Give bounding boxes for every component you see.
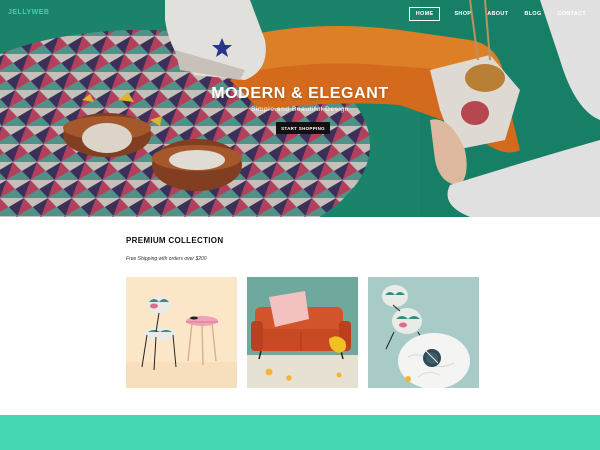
shipping-note: Free Shipping with orders over $200 — [126, 256, 207, 262]
footer-band — [0, 415, 600, 450]
hero-title: MODERN & ELEGANT — [211, 85, 389, 102]
section-title: PREMIUM COLLECTION — [126, 236, 224, 245]
product-card-chair-table[interactable] — [126, 277, 237, 388]
brand-logo[interactable]: JELLYWEB — [8, 9, 49, 16]
nav-item-home[interactable]: HOME — [408, 7, 441, 21]
product-image — [126, 277, 237, 388]
product-image — [247, 277, 358, 388]
hero-banner: JELLYWEB HOME SHOP ABOUT BLOG CONTACT MO… — [0, 0, 600, 217]
product-card-sofa[interactable] — [247, 277, 358, 388]
hero-subtitle: Simple and Beautiful Design — [251, 106, 349, 113]
start-shopping-button[interactable]: START SHOPPING — [276, 122, 330, 134]
nav-item-shop[interactable]: SHOP — [446, 8, 479, 20]
product-image — [368, 277, 479, 388]
nav-item-contact[interactable]: CONTACT — [549, 8, 594, 20]
nav-item-blog[interactable]: BLOG — [516, 8, 549, 20]
main-nav: HOME SHOP ABOUT BLOG CONTACT — [408, 7, 594, 21]
nav-item-about[interactable]: ABOUT — [479, 8, 516, 20]
product-card-marble-table[interactable] — [368, 277, 479, 388]
